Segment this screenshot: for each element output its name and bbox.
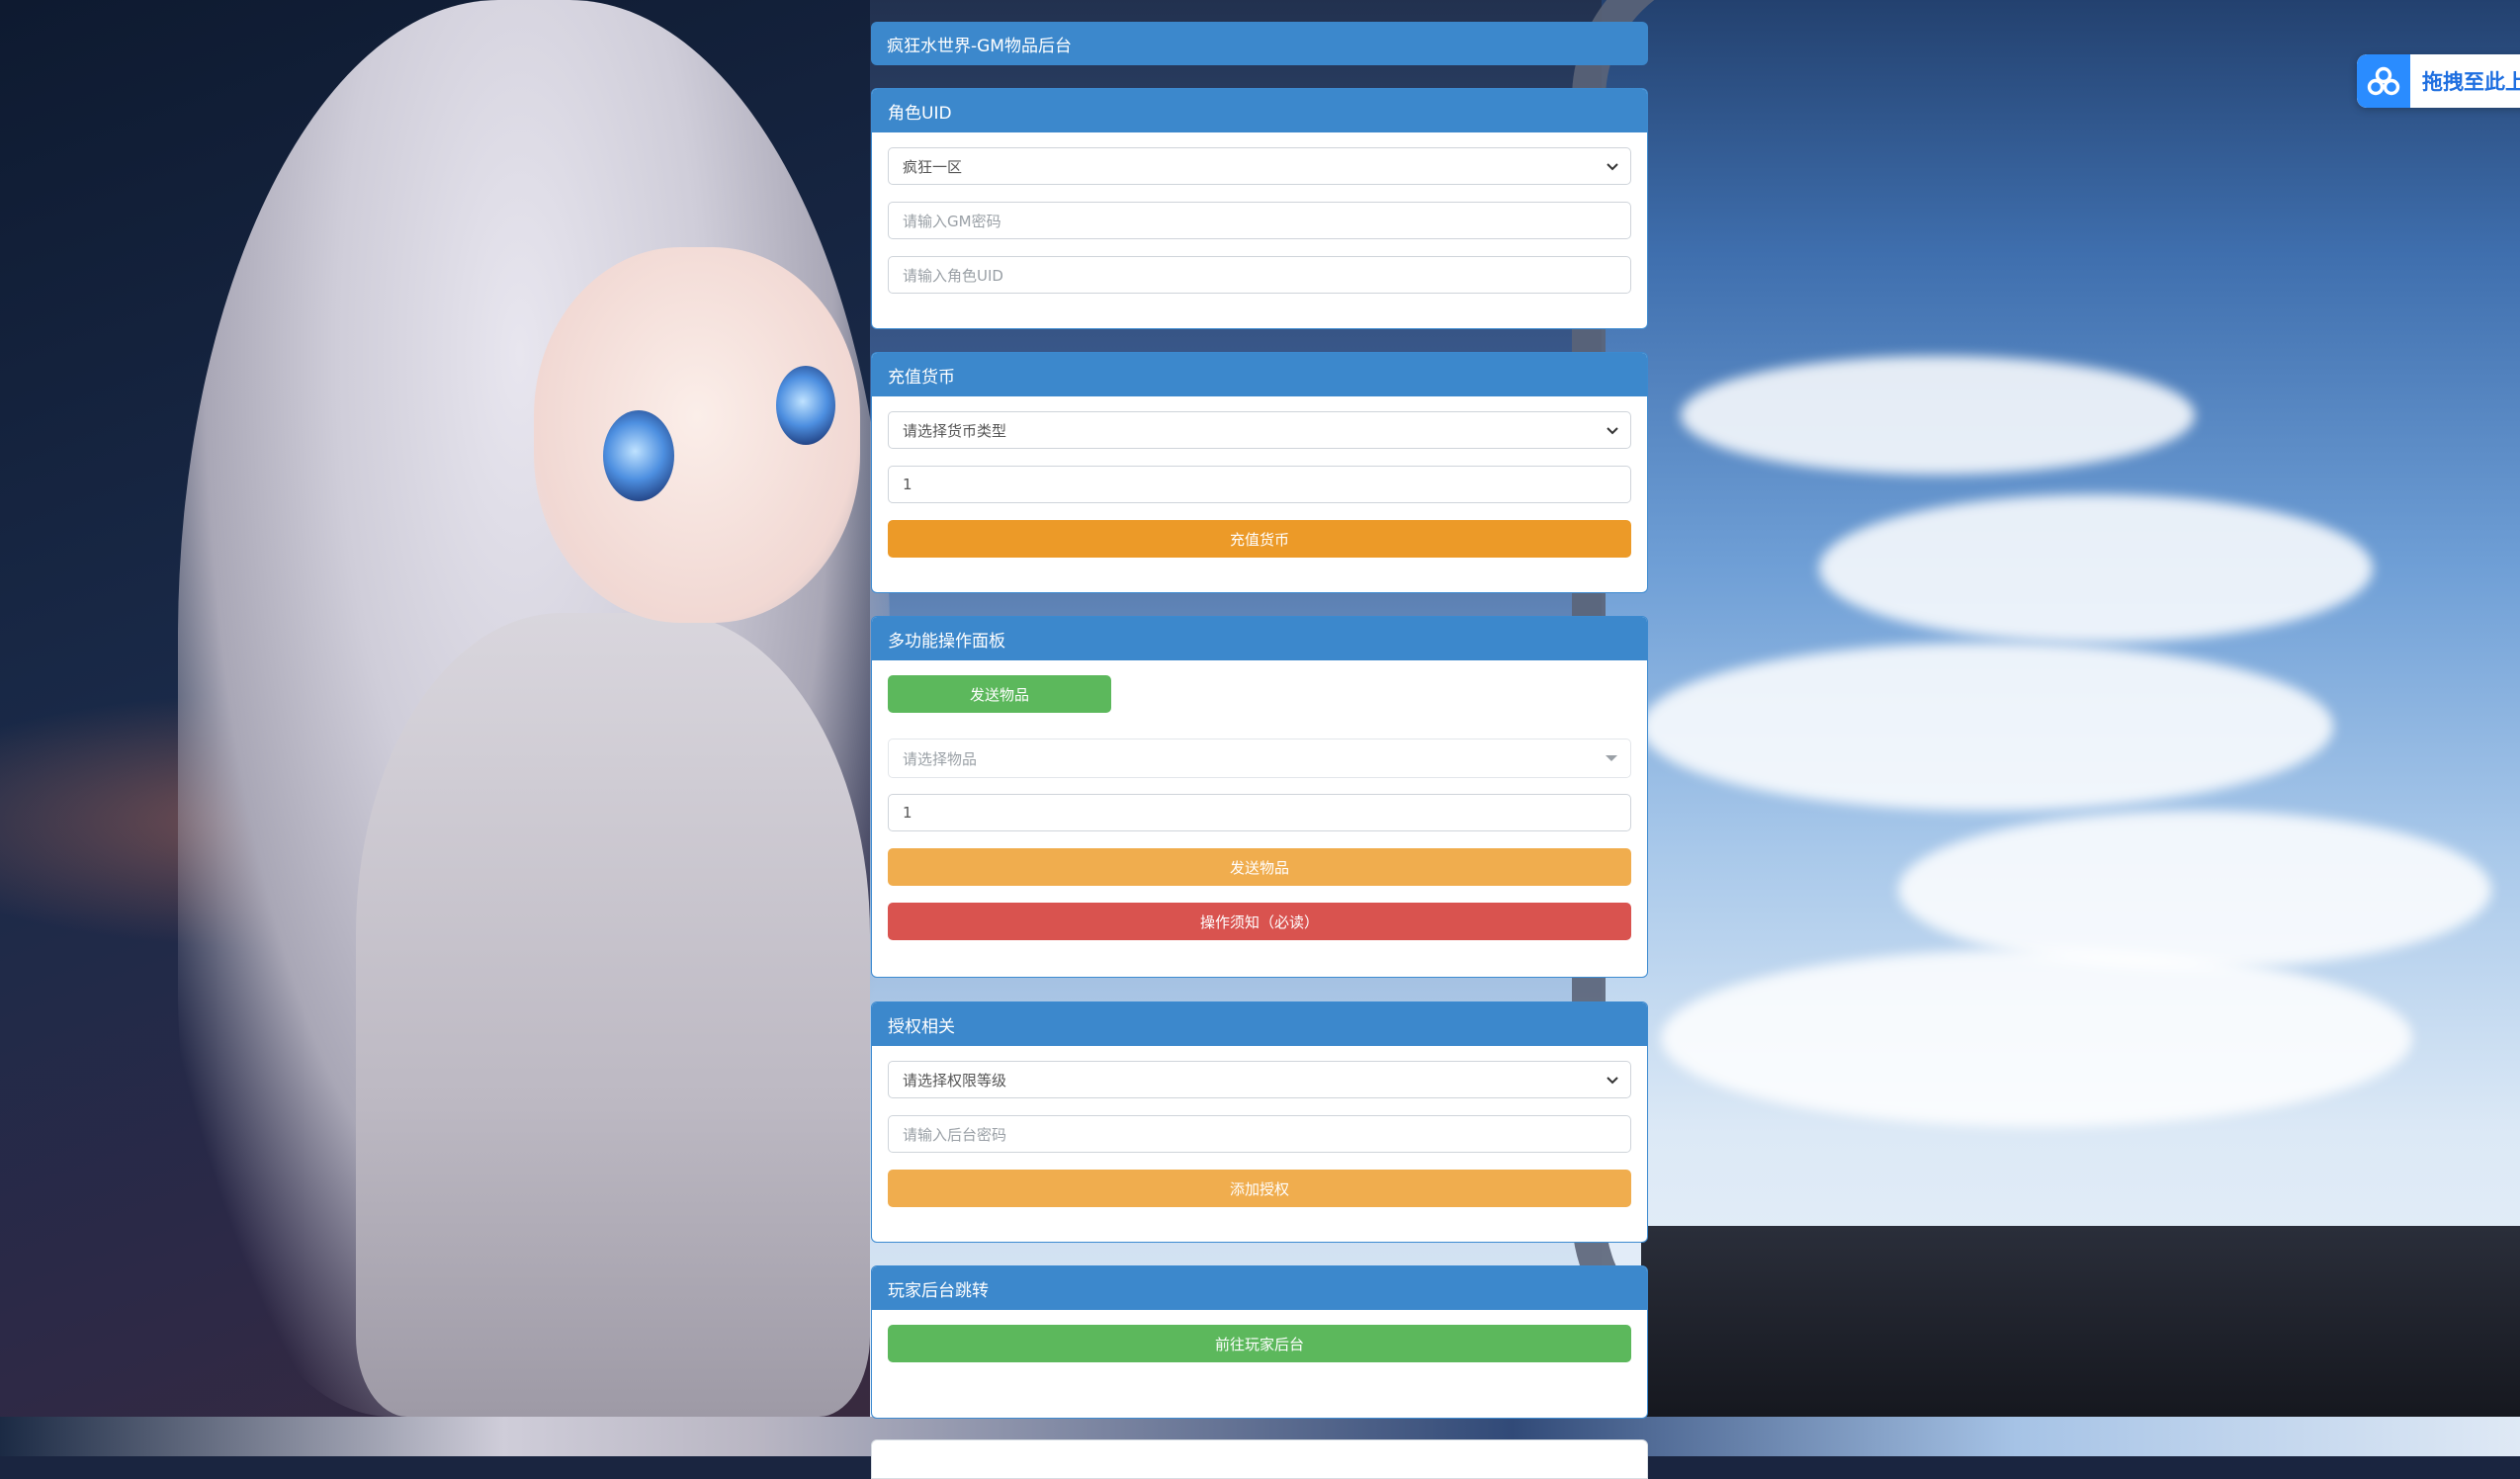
currency-panel-title: 充值货币	[872, 353, 1647, 396]
send-item-button[interactable]: 发送物品	[888, 848, 1631, 886]
add-authorization-button[interactable]: 添加授权	[888, 1170, 1631, 1207]
currency-panel: 充值货币 请选择货币类型 1 充值货币	[871, 352, 1648, 593]
item-quantity-value: 1	[903, 804, 912, 822]
character-eye-left	[603, 410, 674, 501]
recharge-currency-label: 充值货币	[1229, 530, 1289, 549]
multi-function-panel: 多功能操作面板 发送物品 请选择物品 1 发送物品 操作须知（必读）	[871, 616, 1648, 978]
role-panel-title: 角色UID	[872, 89, 1647, 132]
gm-password-placeholder: 请输入GM密码	[903, 212, 1001, 230]
send-item-tab-label: 发送物品	[969, 685, 1029, 704]
auth-panel-title: 授权相关	[872, 1002, 1647, 1046]
character-eye-right	[776, 366, 835, 445]
item-select[interactable]: 请选择物品	[888, 739, 1631, 778]
multi-panel-title: 多功能操作面板	[872, 617, 1647, 660]
baidu-drag-widget[interactable]: 拖拽至此上	[2357, 54, 2520, 108]
go-player-backend-label: 前往玩家后台	[1214, 1335, 1304, 1353]
cockpit-console	[1641, 1226, 2520, 1424]
role-uid-input[interactable]: 请输入角色UID	[888, 256, 1631, 294]
gm-password-input[interactable]: 请输入GM密码	[888, 202, 1631, 239]
character-face	[534, 247, 860, 623]
chevron-down-icon	[1607, 1077, 1618, 1085]
go-player-backend-button[interactable]: 前往玩家后台	[888, 1325, 1631, 1362]
chevron-down-icon	[1607, 163, 1618, 171]
next-panel-partial	[871, 1439, 1648, 1479]
currency-type-value: 请选择货币类型	[903, 421, 1007, 440]
role-panel: 角色UID 疯狂一区 请输入GM密码 请输入角色UID	[871, 88, 1648, 329]
caret-down-icon	[1606, 755, 1617, 761]
airplane-window-frame	[1572, 0, 2520, 1374]
operation-notice-label: 操作须知（必读）	[1199, 913, 1319, 931]
send-item-label: 发送物品	[1229, 858, 1289, 877]
baidu-netdisk-icon	[2357, 54, 2410, 108]
currency-type-select[interactable]: 请选择货币类型	[888, 411, 1631, 449]
page-header: 疯狂水世界-GM物品后台	[871, 22, 1648, 65]
chevron-down-icon	[1607, 427, 1618, 435]
operation-notice-button[interactable]: 操作须知（必读）	[888, 903, 1631, 940]
currency-amount-value: 1	[903, 476, 912, 493]
currency-amount-input[interactable]: 1	[888, 466, 1631, 503]
page-title: 疯狂水世界-GM物品后台	[871, 22, 1648, 65]
role-uid-placeholder: 请输入角色UID	[903, 266, 1003, 285]
character-hoodie	[356, 613, 870, 1417]
item-quantity-input[interactable]: 1	[888, 794, 1631, 831]
send-item-tab-button[interactable]: 发送物品	[888, 675, 1111, 713]
player-backend-panel: 玩家后台跳转 前往玩家后台	[871, 1265, 1648, 1419]
server-select[interactable]: 疯狂一区	[888, 147, 1631, 185]
permission-level-value: 请选择权限等级	[903, 1071, 1007, 1089]
drag-hint-label: 拖拽至此上	[2422, 70, 2520, 94]
authorization-panel: 授权相关 请选择权限等级 请输入后台密码 添加授权	[871, 1001, 1648, 1243]
player-panel-title: 玩家后台跳转	[872, 1266, 1647, 1310]
recharge-currency-button[interactable]: 充值货币	[888, 520, 1631, 558]
admin-password-input[interactable]: 请输入后台密码	[888, 1115, 1631, 1153]
server-select-value: 疯狂一区	[903, 157, 963, 176]
item-select-placeholder: 请选择物品	[903, 749, 978, 768]
admin-password-placeholder: 请输入后台密码	[903, 1125, 1007, 1144]
permission-level-select[interactable]: 请选择权限等级	[888, 1061, 1631, 1098]
add-authorization-label: 添加授权	[1229, 1179, 1289, 1198]
